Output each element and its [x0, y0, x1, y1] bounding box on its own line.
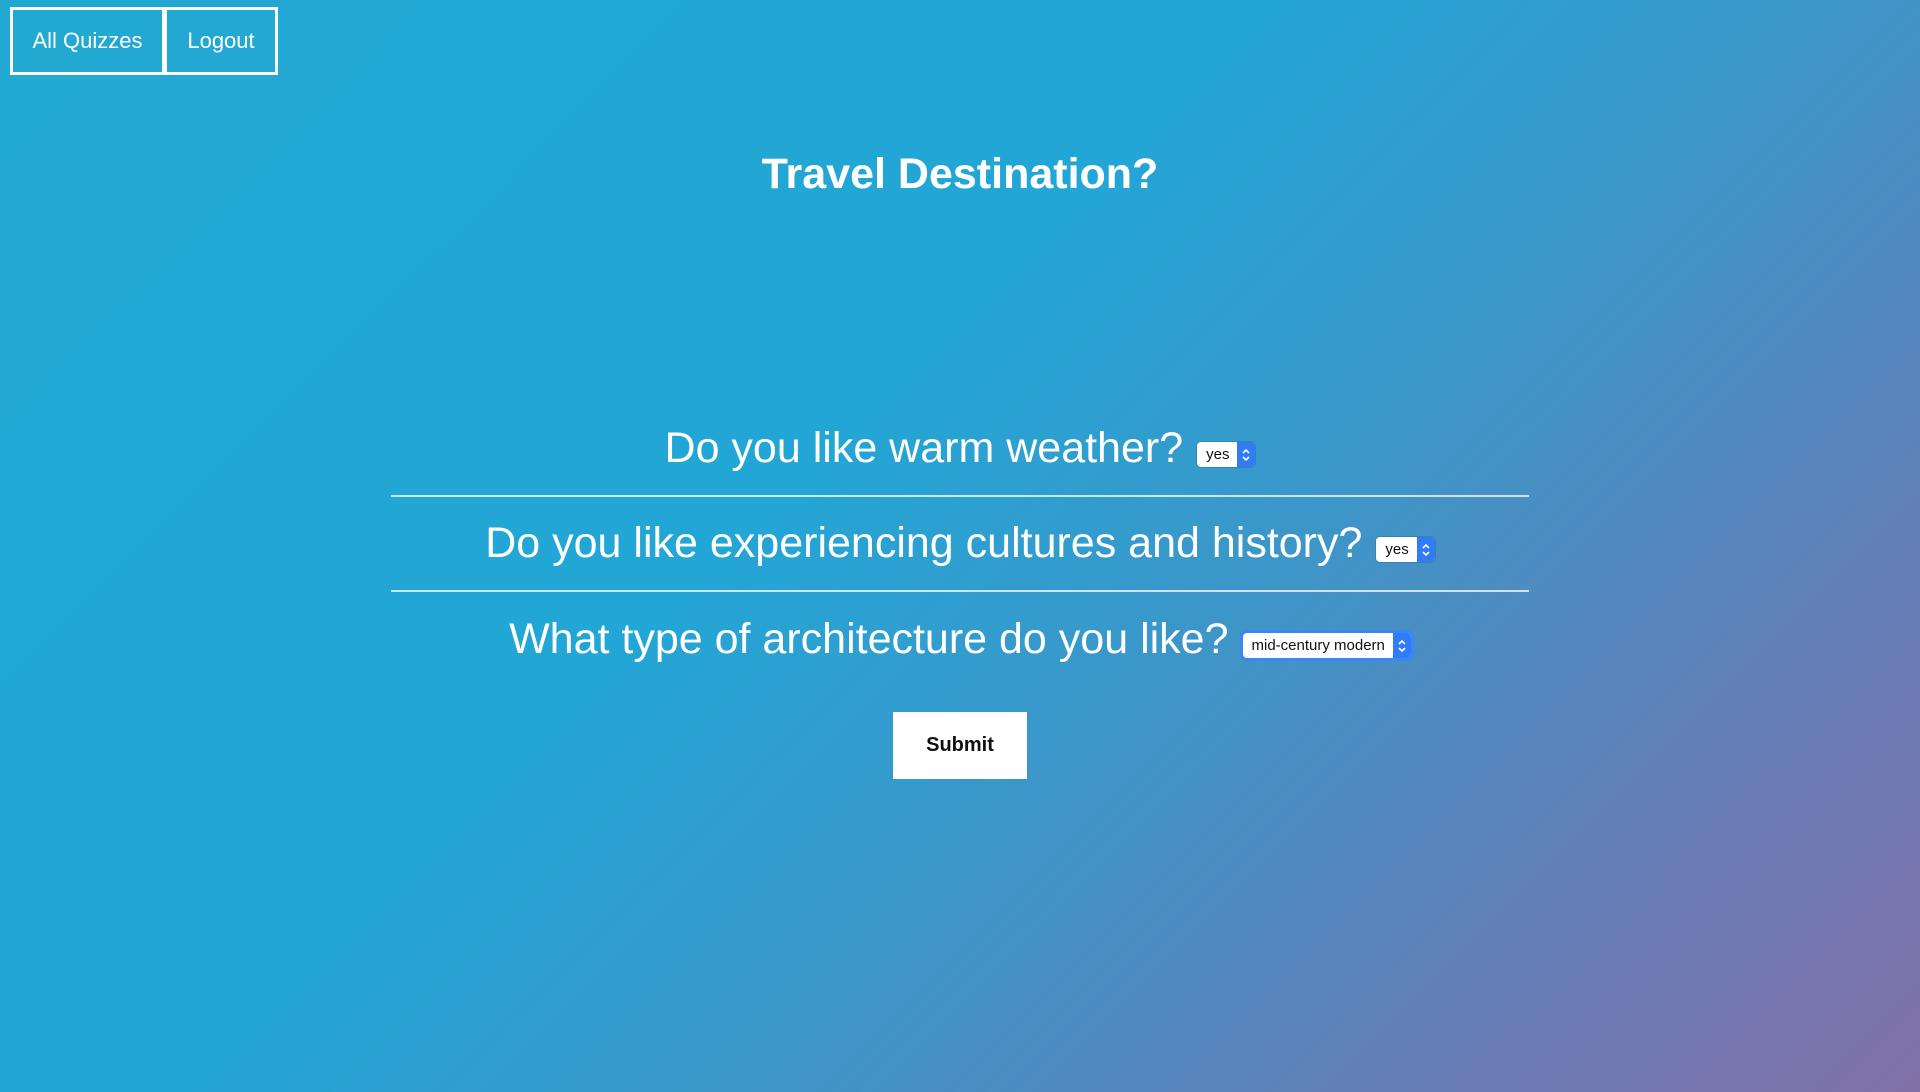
question-warm-weather: Do you like warm weather? yes [391, 402, 1529, 497]
chevron-up-down-icon [1392, 633, 1411, 658]
chevron-up-down-icon [1237, 442, 1256, 467]
question-label: Do you like warm weather? [664, 424, 1184, 472]
question-label: What type of architecture do you like? [509, 615, 1229, 663]
top-nav: All Quizzes Logout [10, 7, 278, 75]
question-label: Do you like experiencing cultures and hi… [485, 519, 1363, 567]
select-value: mid-century modern [1251, 637, 1385, 654]
cultures-history-select[interactable]: yes [1376, 537, 1435, 562]
question-cultures-history: Do you like experiencing cultures and hi… [391, 497, 1529, 592]
question-architecture: What type of architecture do you like? m… [391, 592, 1529, 687]
all-quizzes-button[interactable]: All Quizzes [10, 7, 165, 75]
architecture-select[interactable]: mid-century modern [1242, 633, 1411, 658]
chevron-up-down-icon [1416, 537, 1435, 562]
logout-button[interactable]: Logout [164, 7, 278, 75]
question-list: Do you like warm weather? yes Do you lik… [391, 402, 1529, 687]
select-value: yes [1385, 541, 1409, 558]
submit-button[interactable]: Submit [893, 712, 1027, 779]
quiz-title: Travel Destination? [761, 150, 1159, 198]
warm-weather-select[interactable]: yes [1197, 442, 1256, 467]
select-value: yes [1206, 446, 1230, 463]
